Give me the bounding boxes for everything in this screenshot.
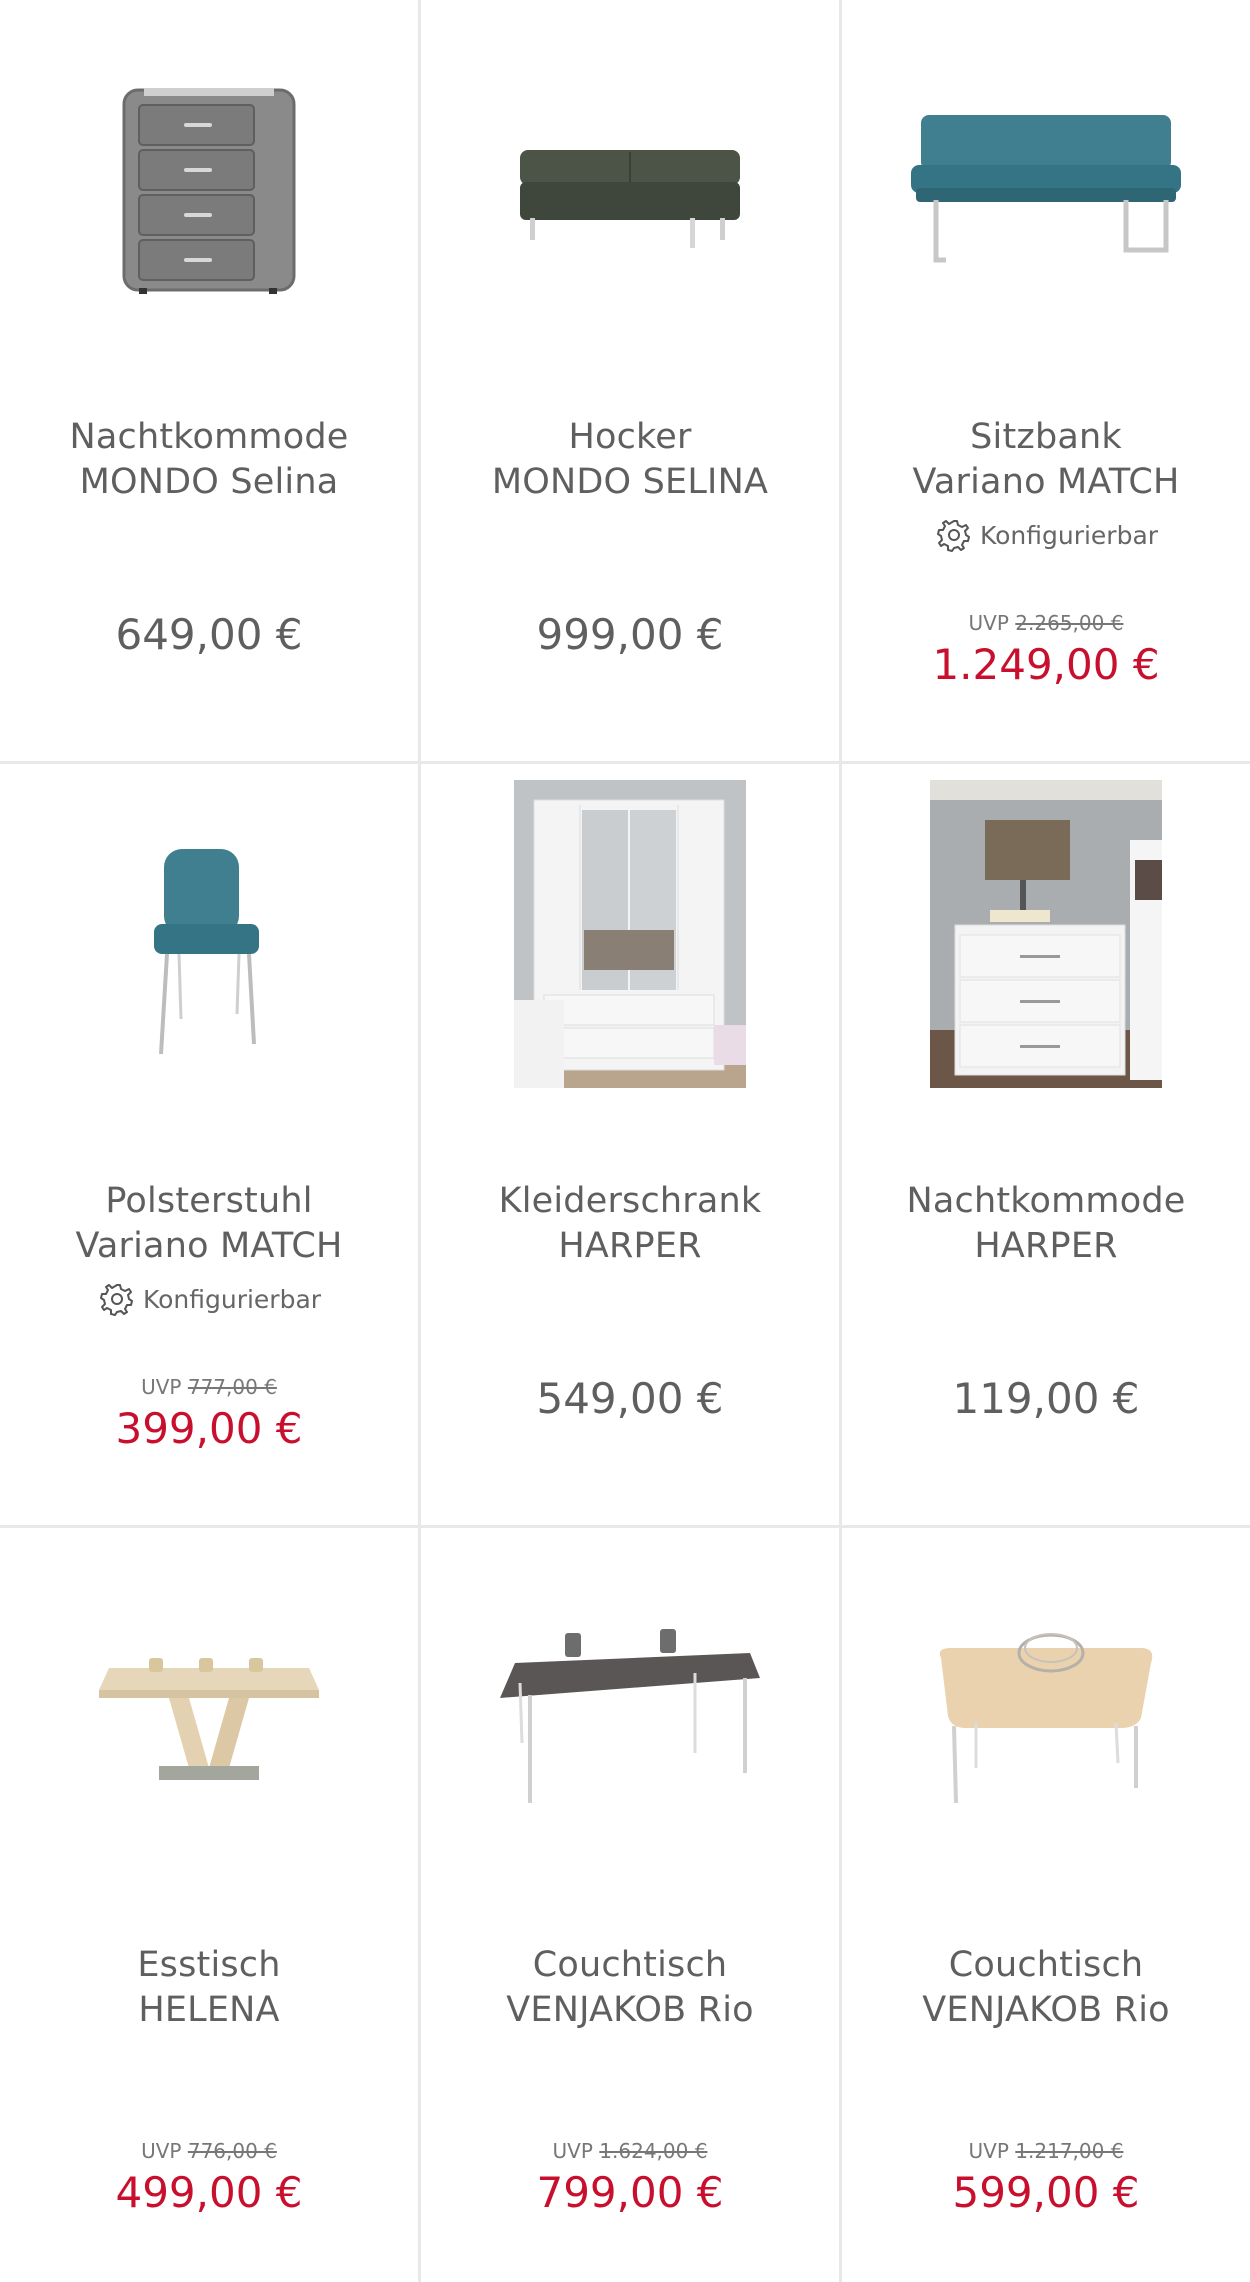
uvp-label: UVP bbox=[968, 2139, 1009, 2163]
product-card[interactable]: Kleiderschrank HARPER 549,00 € bbox=[421, 764, 839, 1525]
price-block: UVP 777,00 € 399,00 € bbox=[0, 1374, 418, 1454]
configurable-label: Konfigurierbar bbox=[142, 1284, 322, 1314]
product-title-line1: Couchtisch bbox=[532, 1945, 728, 1985]
price-block: 999,00 € bbox=[421, 610, 839, 660]
product-title-line1: Kleiderschrank bbox=[498, 1181, 762, 1221]
configurable-badge: Konfigurierbar bbox=[0, 1279, 418, 1319]
product-title[interactable]: Esstisch HELENA bbox=[10, 1943, 408, 2033]
product-card[interactable]: Polsterstuhl Variano MATCH Konfigurierba… bbox=[0, 764, 418, 1525]
product-card[interactable]: Esstisch HELENA UVP 776,00 € 499,00 € bbox=[0, 1528, 418, 2282]
price-block: UVP 1.624,00 € 799,00 € bbox=[421, 2138, 839, 2218]
product-title-line2: MONDO SELINA bbox=[491, 462, 769, 502]
product-grid: Nachtkommode MONDO Selina 649,00 € Hocke… bbox=[0, 0, 1250, 2282]
uvp-line: UVP 776,00 € bbox=[0, 2138, 418, 2164]
uvp-line: UVP 1.217,00 € bbox=[842, 2138, 1250, 2164]
configurable-badge: Konfigurierbar bbox=[842, 515, 1250, 555]
uvp-line: UVP 1.624,00 € bbox=[421, 2138, 839, 2164]
product-title[interactable]: Nachtkommode MONDO Selina bbox=[10, 415, 408, 505]
product-price: 119,00 € bbox=[952, 1374, 1140, 1423]
product-title-line1: Nachtkommode bbox=[69, 417, 349, 457]
product-title-line1: Couchtisch bbox=[948, 1945, 1144, 1985]
product-image[interactable] bbox=[49, 804, 369, 1104]
sale-price: 1.249,00 € bbox=[932, 640, 1160, 689]
product-image[interactable] bbox=[470, 40, 790, 340]
product-title[interactable]: Polsterstuhl Variano MATCH bbox=[10, 1179, 408, 1269]
product-title-line2: HARPER bbox=[974, 1226, 1118, 1266]
product-price: 999,00 € bbox=[536, 610, 724, 659]
product-price: 549,00 € bbox=[536, 1374, 724, 1423]
product-title-line2: VENJAKOB Rio bbox=[922, 1990, 1170, 2030]
configurable-label: Konfigurierbar bbox=[979, 520, 1159, 550]
product-title[interactable]: Kleiderschrank HARPER bbox=[431, 1179, 829, 1269]
uvp-line: UVP 2.265,00 € bbox=[842, 610, 1250, 636]
price-block: UVP 1.217,00 € 599,00 € bbox=[842, 2138, 1250, 2218]
product-card[interactable]: Couchtisch VENJAKOB Rio UVP 1.217,00 € 5… bbox=[842, 1528, 1250, 2282]
uvp-price: 1.624,00 € bbox=[599, 2139, 708, 2163]
uvp-price: 777,00 € bbox=[187, 1375, 277, 1399]
product-card[interactable]: Sitzbank Variano MATCH Konfigurierbar UV… bbox=[842, 0, 1250, 761]
product-title[interactable]: Couchtisch VENJAKOB Rio bbox=[852, 1943, 1240, 2033]
product-title-line2: Variano MATCH bbox=[75, 1226, 343, 1266]
uvp-price: 2.265,00 € bbox=[1015, 611, 1124, 635]
product-title-line2: HARPER bbox=[558, 1226, 702, 1266]
uvp-line: UVP 777,00 € bbox=[0, 1374, 418, 1400]
product-image[interactable] bbox=[886, 40, 1206, 340]
uvp-label: UVP bbox=[552, 2139, 593, 2163]
price-block: 119,00 € bbox=[842, 1374, 1250, 1424]
gear-icon bbox=[99, 1284, 133, 1316]
sale-price: 799,00 € bbox=[536, 2168, 724, 2217]
product-image[interactable] bbox=[886, 780, 1206, 1088]
product-card[interactable]: Nachtkommode HARPER 119,00 € bbox=[842, 764, 1250, 1525]
product-title[interactable]: Sitzbank Variano MATCH bbox=[852, 415, 1240, 505]
price-block: UVP 2.265,00 € 1.249,00 € bbox=[842, 610, 1250, 690]
product-image[interactable] bbox=[886, 1568, 1206, 1868]
product-title-line1: Polsterstuhl bbox=[105, 1181, 313, 1221]
product-title-line2: Variano MATCH bbox=[912, 462, 1180, 502]
product-image[interactable] bbox=[470, 1568, 790, 1868]
product-card[interactable]: Hocker MONDO SELINA 999,00 € bbox=[421, 0, 839, 761]
product-title-line1: Nachtkommode bbox=[906, 1181, 1186, 1221]
product-title-line2: HELENA bbox=[138, 1990, 280, 2030]
uvp-label: UVP bbox=[968, 611, 1009, 635]
product-title-line1: Sitzbank bbox=[970, 417, 1122, 457]
product-card[interactable]: Couchtisch VENJAKOB Rio UVP 1.624,00 € 7… bbox=[421, 1528, 839, 2282]
price-block: 649,00 € bbox=[0, 610, 418, 660]
product-card[interactable]: Nachtkommode MONDO Selina 649,00 € bbox=[0, 0, 418, 761]
product-title-line1: Hocker bbox=[568, 417, 692, 457]
product-title[interactable]: Hocker MONDO SELINA bbox=[431, 415, 829, 505]
product-title-line2: MONDO Selina bbox=[79, 462, 339, 502]
product-image[interactable] bbox=[49, 40, 369, 340]
gear-icon bbox=[936, 520, 970, 552]
product-price: 649,00 € bbox=[115, 610, 303, 659]
uvp-price: 776,00 € bbox=[187, 2139, 277, 2163]
sale-price: 499,00 € bbox=[115, 2168, 303, 2217]
sale-price: 599,00 € bbox=[952, 2168, 1140, 2217]
sale-price: 399,00 € bbox=[115, 1404, 303, 1453]
product-title-line2: VENJAKOB Rio bbox=[506, 1990, 754, 2030]
product-title[interactable]: Nachtkommode HARPER bbox=[852, 1179, 1240, 1269]
price-block: UVP 776,00 € 499,00 € bbox=[0, 2138, 418, 2218]
product-image[interactable] bbox=[49, 1568, 369, 1868]
product-title-line1: Esstisch bbox=[137, 1945, 281, 1985]
price-block: 549,00 € bbox=[421, 1374, 839, 1424]
product-image[interactable] bbox=[470, 780, 790, 1088]
uvp-label: UVP bbox=[141, 2139, 182, 2163]
uvp-label: UVP bbox=[141, 1375, 182, 1399]
product-title[interactable]: Couchtisch VENJAKOB Rio bbox=[431, 1943, 829, 2033]
uvp-price: 1.217,00 € bbox=[1015, 2139, 1124, 2163]
